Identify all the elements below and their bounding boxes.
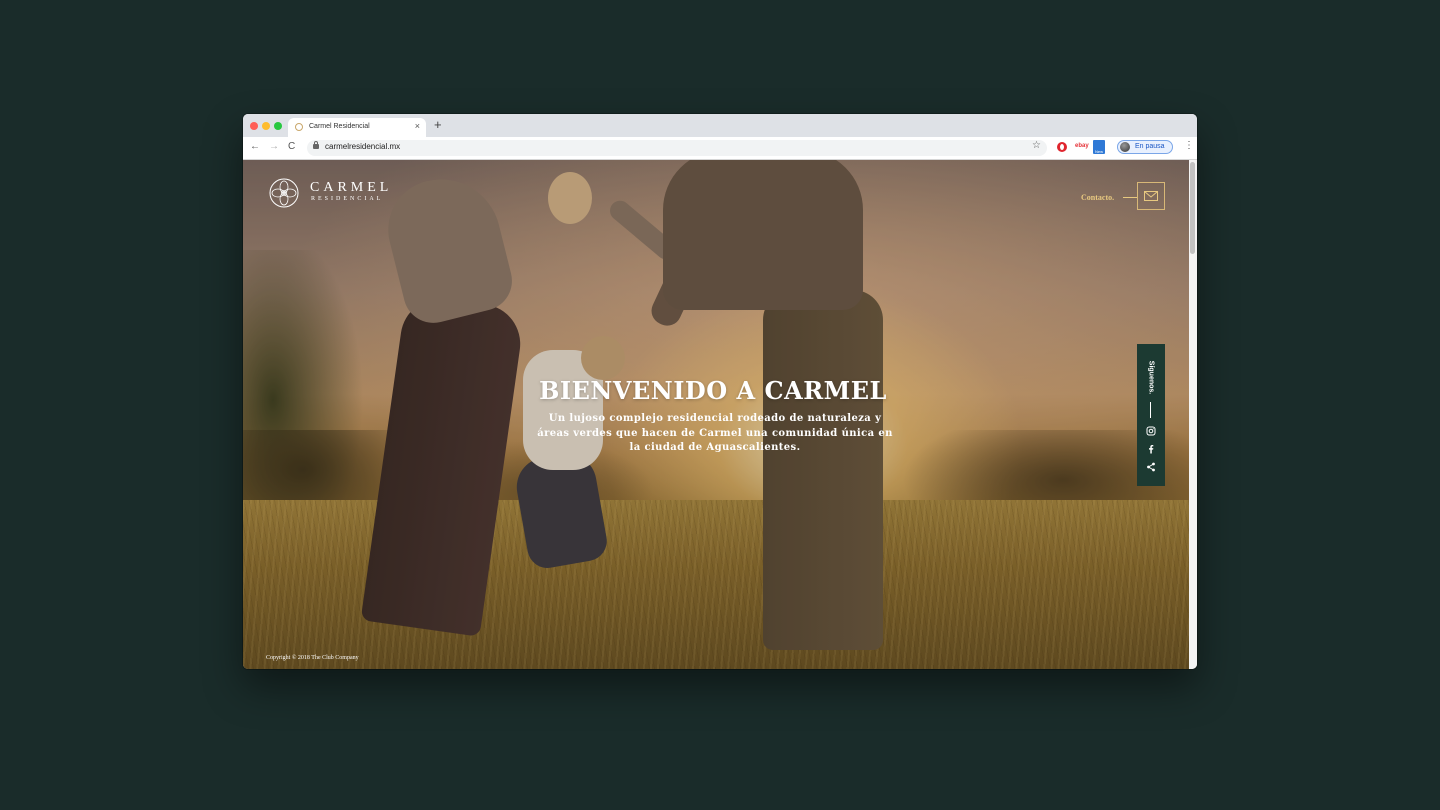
profile-label: En pausa <box>1135 143 1165 150</box>
reload-button[interactable]: C <box>288 141 295 153</box>
maximize-window-button[interactable] <box>274 122 282 130</box>
scrollbar[interactable] <box>1189 160 1197 669</box>
copyright-text: Copyright © 2018 The Club Company <box>266 655 359 661</box>
social-divider <box>1150 402 1151 418</box>
instagram-icon[interactable] <box>1146 426 1156 436</box>
contact-button[interactable] <box>1137 182 1165 210</box>
browser-menu-icon[interactable]: ⋮ <box>1184 140 1194 152</box>
forward-button[interactable]: → <box>269 141 279 153</box>
lock-icon <box>313 141 319 149</box>
contact-link[interactable]: Contacto. <box>1081 193 1114 202</box>
social-label: Síguenos. <box>1147 360 1155 395</box>
address-bar[interactable]: carmelresidencial.mx <box>307 140 1047 156</box>
social-bar: Síguenos. <box>1137 344 1165 486</box>
browser-window: Carmel Residencial × + ← → C carmelresid… <box>243 114 1197 669</box>
avatar <box>1120 142 1130 152</box>
tab-strip: Carmel Residencial × + <box>243 114 1197 137</box>
url-text[interactable]: carmelresidencial.mx <box>325 142 400 151</box>
tab-close-icon[interactable]: × <box>415 121 420 131</box>
carmel-logo-icon[interactable] <box>269 178 299 208</box>
new-extension-icon[interactable]: New <box>1093 140 1105 154</box>
bookmark-star-icon[interactable]: ☆ <box>1032 140 1041 151</box>
minimize-window-button[interactable] <box>262 122 270 130</box>
back-button[interactable]: ← <box>250 141 260 153</box>
logo-name[interactable]: CARMEL <box>310 180 392 196</box>
new-extension-label: New <box>1094 149 1103 154</box>
mail-icon <box>1144 191 1158 201</box>
page-viewport: CARMEL RESIDENCIAL Contacto. BIENVENIDO … <box>243 160 1189 669</box>
close-window-button[interactable] <box>250 122 258 130</box>
facebook-icon[interactable] <box>1146 444 1156 454</box>
hero-title: BIENVENIDO A CARMEL <box>539 376 887 405</box>
hero-subtitle: Un lujoso complejo residencial rodeado d… <box>537 413 893 453</box>
ebay-icon[interactable]: ebay <box>1075 143 1089 153</box>
new-tab-button[interactable]: + <box>434 118 442 132</box>
tab-carmel[interactable]: Carmel Residencial × <box>288 118 426 137</box>
profile-button[interactable]: En pausa <box>1117 140 1173 154</box>
favicon-icon <box>295 123 303 131</box>
logo-subtitle: RESIDENCIAL <box>311 196 384 202</box>
share-icon[interactable] <box>1146 462 1156 472</box>
browser-toolbar: ← → C carmelresidencial.mx ☆ ebay New En… <box>243 137 1197 160</box>
scrollbar-thumb[interactable] <box>1190 162 1195 254</box>
contact-divider <box>1123 197 1137 198</box>
opera-icon[interactable] <box>1057 142 1067 152</box>
tab-title: Carmel Residencial <box>309 123 370 130</box>
